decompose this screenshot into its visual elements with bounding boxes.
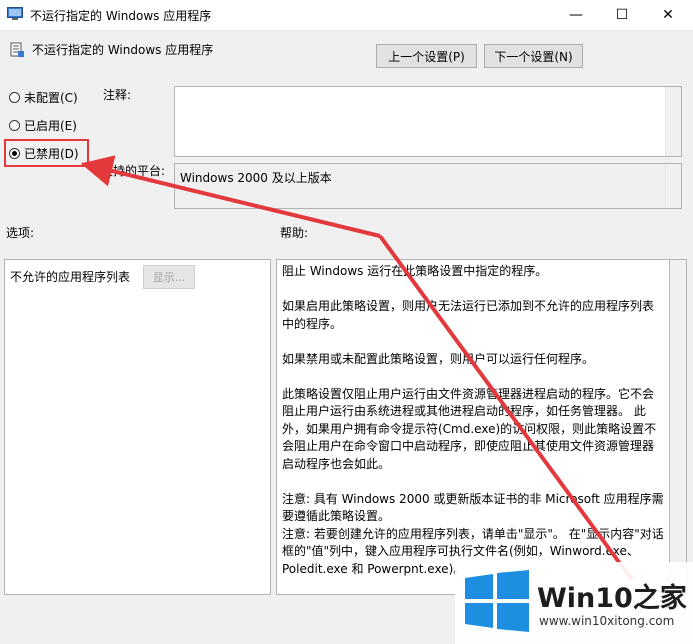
platform-scrollbar[interactable] [665, 164, 681, 208]
radio-circle-icon [9, 119, 20, 131]
radio-label: 已启用(E) [24, 118, 77, 133]
options-panel: 不允许的应用程序列表 [4, 259, 271, 595]
help-paragraph: 如果禁用或未配置此策略设置，则用户可以运行任何程序。 [282, 351, 595, 366]
help-paragraph: 阻止 Windows 运行在此策略设置中指定的程序。 [282, 264, 548, 278]
comment-label: 注释: [103, 88, 132, 102]
policy-settings-icon [7, 7, 23, 20]
close-icon: ✕ [662, 7, 674, 23]
minimize-icon: — [569, 7, 583, 23]
radio-not-configured[interactable]: 未配置(C) [9, 88, 78, 106]
watermark-url: www.win10xitong.com [539, 614, 675, 628]
platform-value: Windows 2000 及以上版本 [180, 171, 332, 185]
minimize-button[interactable]: — [553, 0, 599, 30]
policy-title: 不运行指定的 Windows 应用程序 [32, 43, 214, 57]
title-bar: 不运行指定的 Windows 应用程序 — ☐ ✕ [0, 0, 693, 31]
next-setting-button[interactable]: 下一个设置(N) [484, 44, 583, 68]
options-label: 选项: [6, 226, 35, 240]
help-scrollbar[interactable] [670, 259, 687, 595]
maximize-button[interactable]: ☐ [599, 0, 645, 30]
maximize-icon: ☐ [615, 7, 629, 23]
help-label: 帮助: [280, 226, 309, 240]
supported-platform-label: 支持的平台: [101, 164, 166, 178]
radio-circle-icon [9, 91, 20, 103]
watermark-brand: Win10之家 [537, 583, 687, 614]
annotation-highlight-box [4, 139, 89, 167]
comment-textarea[interactable] [174, 86, 682, 157]
previous-setting-button[interactable]: 上一个设置(P) [376, 44, 477, 68]
windows-logo-icon [465, 570, 529, 632]
help-paragraph: 如果启用此策略设置，则用户无法运行已添加到不允许的应用程序列表中的程序。 [282, 299, 655, 331]
supported-platform-field: Windows 2000 及以上版本 [174, 163, 682, 209]
show-button[interactable]: 显示... [143, 265, 195, 289]
radio-enabled[interactable]: 已启用(E) [9, 116, 77, 134]
close-button[interactable]: ✕ [645, 0, 691, 30]
help-paragraph: 注意: 具有 Windows 2000 或更新版本证书的非 Microsoft … [282, 491, 664, 524]
watermark-logo: Win10之家 www.win10xitong.com [455, 562, 693, 644]
disallowed-apps-label: 不允许的应用程序列表 [10, 270, 131, 284]
radio-label: 未配置(C) [24, 90, 78, 105]
comment-scrollbar[interactable] [665, 87, 681, 156]
help-text-panel: 阻止 Windows 运行在此策略设置中指定的程序。 如果启用此策略设置，则用户… [276, 259, 670, 595]
policy-header-icon [10, 42, 24, 57]
window-title: 不运行指定的 Windows 应用程序 [30, 9, 212, 23]
help-paragraph: 此策略设置仅阻止用户运行由文件资源管理器进程启动的程序。它不会阻止用户运行由系统… [282, 386, 657, 471]
